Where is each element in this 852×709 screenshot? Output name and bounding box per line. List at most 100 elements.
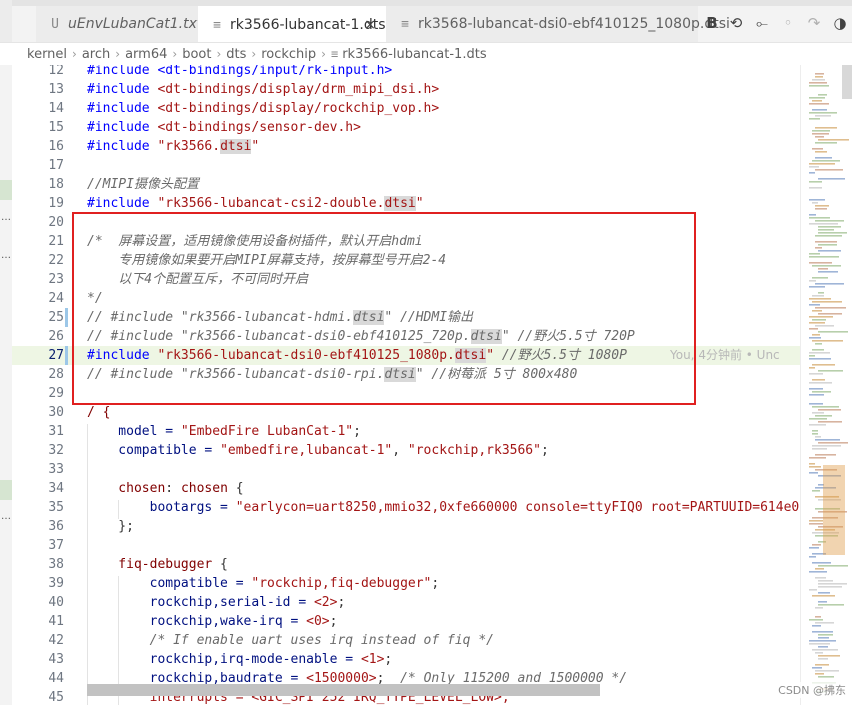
code-line[interactable]: 28 // #include "rk3566-lubancat-dsi0-rpi.… [12,365,800,384]
code-line[interactable]: 27 #include "rk3566-lubancat-dsi0-ebf4101… [12,346,800,365]
minimap-line [818,655,840,657]
tab-rk3566-dts[interactable]: ≡ rk3566-lubancat-1.dts × [198,6,386,42]
breadcrumb-item[interactable]: arch [82,47,110,62]
code-token: "rk3566. [157,139,221,154]
minimap-line [818,178,845,180]
code-token: // #include "rk3566-lubancat-hdmi. [87,310,354,325]
vertical-scrollbar-thumb[interactable] [842,65,852,99]
minimap[interactable] [800,65,852,705]
code-line[interactable]: 31 model = "EmbedFire LubanCat-1"; [12,422,800,441]
breadcrumb-item[interactable]: kernel [27,47,67,62]
code-token: // #include "rk3566-lubancat-dsi0-rpi. [87,367,385,382]
minimap-line [809,418,827,420]
forward-icon[interactable]: ↷ [804,14,824,32]
git-change-marker[interactable] [65,346,68,365]
minimap-line [815,220,844,222]
dts-file-icon: ≡ [213,18,221,33]
minimap-line [815,436,821,438]
code-line[interactable]: 29 [12,384,800,403]
code-line[interactable]: 34 chosen: chosen { [12,479,800,498]
code-line[interactable]: 12 #include <dt-bindings/input/rk-input.h… [12,65,800,80]
minimap-line [815,577,826,579]
code-line[interactable]: 20 [12,213,800,232]
code-line[interactable]: 38 fiq-debugger { [12,555,800,574]
code-token: { [212,557,228,572]
next-change-icon[interactable]: ◦ [778,14,798,32]
code-line[interactable]: 19 #include "rk3566-lubancat-csi2-double.… [12,194,800,213]
horizontal-scrollbar[interactable] [87,684,600,696]
breadcrumb-item[interactable]: arm64 [125,47,167,62]
minimap-line [815,73,824,75]
code-line[interactable]: 24 */ [12,289,800,308]
minimap-line [809,457,826,459]
code-token: rockchip,wake-irq = [87,614,307,629]
code-line[interactable]: 42 /* If enable uart uses irq instead of… [12,631,800,650]
code-line[interactable]: 14 #include <dt-bindings/display/rockchip… [12,99,800,118]
code-line[interactable]: 18 //MIPI摄像头配置 [12,175,800,194]
minimap-line [815,454,836,456]
code-token: #include [87,120,158,135]
code-text: 专用镜像如果要开启MIPI屏幕支持，按屏幕型号开启2-4 [87,251,446,270]
previous-change-icon[interactable]: ⟜ [752,14,772,32]
minimap-line [809,571,827,573]
tab-rk3568-dsi0-dtsi[interactable]: ≡ rk3568-lubancat-dsi0-ebf410125_1080p.dt… [386,6,730,42]
code-line[interactable]: 22 专用镜像如果要开启MIPI屏幕支持，按屏幕型号开启2-4 [12,251,800,270]
code-line[interactable]: 26 // #include "rk3566-lubancat-dsi0-ebf4… [12,327,800,346]
code-text: rockchip,serial-id = <2>; [87,593,346,612]
code-line[interactable]: 23 以下4个配置互斥，不可同时开启 [12,270,800,289]
breadcrumb-item[interactable]: dts [226,47,246,62]
code-line[interactable]: 35 bootargs = "earlycon=uart8250,mmio32,… [12,498,800,517]
minimap-line [812,301,842,303]
code-line[interactable]: 16 #include "rk3566.dtsi" [12,137,800,156]
tab-uenv-txt[interactable]: UuEnvLubanCat1.txt [36,6,202,42]
code-token: "rk3566-lubancat-dsi0-ebf410125_1080p. [157,348,455,363]
history-icon[interactable]: ⟲ [726,14,746,32]
code-line[interactable]: 25 // #include "rk3566-lubancat-hdmi.dtsi… [12,308,800,327]
code-line[interactable]: 43 rockchip,irq-mode-enable = <1>; [12,650,800,669]
close-icon[interactable]: × [364,7,376,43]
code-line[interactable]: 33 [12,460,800,479]
minimap-line [812,490,820,492]
code-token: rockchip,irq-mode-enable = [87,652,361,667]
code-line[interactable]: 17 [12,156,800,175]
code-token: fiq-debugger [87,557,213,572]
code-text: compatible = "embedfire,lubancat-1", "ro… [87,441,549,460]
minimap-line [812,406,839,408]
code-line[interactable]: 41 rockchip,wake-irq = <0>; [12,612,800,631]
line-number: 39 [48,576,64,591]
breadcrumb-item[interactable]: boot [182,47,211,62]
minimap-line [809,214,816,216]
tab-label: rk3566-lubancat-1.dts [230,17,386,33]
minimap-line [815,157,832,159]
code-token: dtsi [220,139,252,154]
code-line[interactable]: 21 /* 屏幕设置，适用镜像使用设备树插件，默认开启hdmi [12,232,800,251]
code-line[interactable]: 15 #include <dt-bindings/sensor-dev.h> [12,118,800,137]
line-number: 38 [48,557,64,572]
line-number: 32 [48,443,64,458]
minimap-line [815,607,823,609]
minimap-line [818,565,848,567]
code-token: #include [87,139,158,154]
breadcrumb-item[interactable]: rockchip [261,47,316,62]
git-change-marker[interactable] [65,308,68,327]
code-token: <dt-bindings/display/drm_mipi_dsi.h> [157,82,440,97]
minimap-line [809,355,815,357]
code-line[interactable]: 39 compatible = "rockchip,fiq-debugger"; [12,574,800,593]
code-line[interactable]: 13 #include <dt-bindings/display/drm_mipi… [12,80,800,99]
code-line[interactable]: 36 }; [12,517,800,536]
code-token: model = [87,424,181,439]
code-token: #include [87,348,158,363]
bold-button[interactable]: B [702,14,722,32]
indent-guide [87,424,88,705]
breadcrumb-item-file[interactable]: rk3566-lubancat-1.dts [342,47,486,62]
code-line[interactable]: 37 [12,536,800,555]
more-actions-icon[interactable]: ◑ [830,14,850,32]
code-token: " [415,196,424,211]
code-line[interactable]: 30 / { [12,403,800,422]
code-token: "rockchip,rk3566" [407,443,541,458]
code-line[interactable]: 40 rockchip,serial-id = <2>; [12,593,800,612]
code-editor[interactable]: 12 #include <dt-bindings/input/rk-input.h… [12,65,800,705]
minimap-line [815,568,824,570]
code-line[interactable]: 32 compatible = "embedfire,lubancat-1", … [12,441,800,460]
minimap-line [818,592,830,594]
